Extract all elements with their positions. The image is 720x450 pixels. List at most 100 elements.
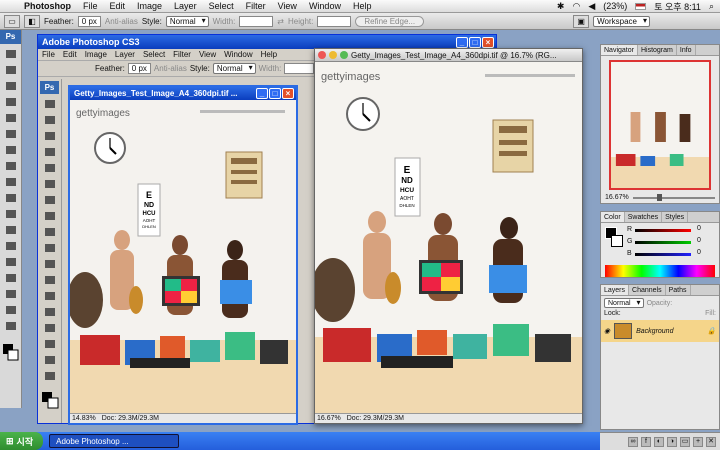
xp-doc-minimize-icon[interactable]: _ xyxy=(256,88,268,99)
channel-b-slider[interactable] xyxy=(635,253,691,256)
menu-filter[interactable]: Filter xyxy=(240,1,272,11)
xp-feather-input[interactable]: 0 px xyxy=(127,63,151,74)
xp-doc-info[interactable]: Doc: 29.3M/29.3M xyxy=(102,415,159,422)
bluetooth-icon[interactable]: ✱ xyxy=(557,1,565,12)
xp-menu-window[interactable]: Window xyxy=(220,50,256,59)
tab-styles[interactable]: Styles xyxy=(662,212,689,222)
adjustment-layer-icon[interactable]: ◑ xyxy=(667,436,677,447)
layer-lock-icon: 🔒 xyxy=(707,328,716,335)
menubar-clock[interactable]: 토 오후 8:11 xyxy=(654,0,701,13)
xp-doc-title-bar[interactable]: Getty_Images_Test_Image_A4_360dpi.tif ..… xyxy=(70,87,296,100)
xp-title-bar[interactable]: Adobe Photoshop CS3 _ □ × xyxy=(38,35,496,49)
tab-swatches[interactable]: Swatches xyxy=(625,212,663,222)
xp-tools-icons[interactable] xyxy=(38,96,62,416)
eye-icon[interactable]: ◉ xyxy=(604,327,610,335)
menu-help[interactable]: Help xyxy=(347,1,378,11)
channel-r-slider[interactable] xyxy=(635,229,691,232)
color-ramp[interactable] xyxy=(605,265,715,277)
mac-tools-panel: Ps xyxy=(0,30,22,408)
battery-status[interactable]: (23%) xyxy=(603,1,627,11)
swap-icon[interactable]: ⇄ xyxy=(277,17,284,26)
navigator-zoom-slider[interactable] xyxy=(632,193,715,201)
navigator-tabs: Navigator Histogram Info xyxy=(601,45,719,56)
menu-app-name[interactable]: Photoshop xyxy=(18,1,77,11)
xp-menu-file[interactable]: File xyxy=(38,50,59,59)
tab-histogram[interactable]: Histogram xyxy=(638,45,677,55)
marquee-tool-preset-icon[interactable]: ▭ xyxy=(4,14,20,28)
tab-navigator[interactable]: Navigator xyxy=(601,45,638,55)
xp-menu-select[interactable]: Select xyxy=(139,50,169,59)
xp-menu-filter[interactable]: Filter xyxy=(169,50,195,59)
tools-icons[interactable] xyxy=(0,44,22,408)
close-icon[interactable]: × xyxy=(482,36,494,48)
mac-doc-title-bar[interactable]: Getty_Images_Test_Image_A4_360dpi.tif @ … xyxy=(315,49,582,62)
xp-width-input[interactable] xyxy=(284,63,315,74)
new-layer-icon[interactable]: + xyxy=(693,436,703,447)
layer-name[interactable]: Background xyxy=(636,328,673,335)
trash-icon[interactable]: ✕ xyxy=(706,436,716,447)
volume-icon[interactable]: ◀ xyxy=(588,1,595,12)
menu-edit[interactable]: Edit xyxy=(104,1,132,11)
menu-select[interactable]: Select xyxy=(203,1,240,11)
bridge-icon[interactable]: ▣ xyxy=(573,14,590,28)
refine-edge-button[interactable]: Refine Edge... xyxy=(355,15,425,27)
height-input[interactable] xyxy=(317,15,352,27)
selection-mode-icon[interactable]: ◧ xyxy=(24,14,40,28)
workspace-select[interactable]: Workspace xyxy=(593,15,650,27)
mac-close-icon[interactable] xyxy=(318,51,326,59)
menu-layer[interactable]: Layer xyxy=(168,1,203,11)
width-input[interactable] xyxy=(239,15,274,27)
tab-color[interactable]: Color xyxy=(601,212,625,222)
minimize-icon[interactable]: _ xyxy=(456,36,468,48)
xp-doc-maximize-icon[interactable]: □ xyxy=(269,88,281,99)
new-group-icon[interactable]: ▭ xyxy=(680,436,690,447)
menu-window[interactable]: Window xyxy=(303,1,347,11)
xp-antialias-checkbox[interactable]: Anti-alias xyxy=(154,64,187,73)
menu-image[interactable]: Image xyxy=(131,1,168,11)
mac-doc-info[interactable]: Doc: 29.3M/29.3M xyxy=(347,415,404,422)
background-color-swatch[interactable] xyxy=(611,235,623,247)
layer-row-background[interactable]: ◉ Background 🔒 xyxy=(601,320,719,342)
tab-channels[interactable]: Channels xyxy=(629,285,666,295)
xp-menu-view[interactable]: View xyxy=(195,50,220,59)
mac-zoom-icon[interactable] xyxy=(340,51,348,59)
mask-icon[interactable]: ◐ xyxy=(654,436,664,447)
fx-icon[interactable]: f xyxy=(641,436,651,447)
channel-g-slider[interactable] xyxy=(635,241,691,244)
navigator-zoom-value[interactable]: 16.67% xyxy=(605,194,629,201)
xp-menu-help[interactable]: Help xyxy=(257,50,281,59)
start-button[interactable]: ⊞ 시작 xyxy=(0,432,44,450)
taskbar-app-button[interactable]: Adobe Photoshop ... xyxy=(49,434,180,448)
mac-doc-canvas[interactable]: gettyimages E ND HCU AOHT DHLEN xyxy=(315,62,582,413)
svg-text:AOHT: AOHT xyxy=(143,218,156,223)
xp-menu-image[interactable]: Image xyxy=(81,50,111,59)
tab-paths[interactable]: Paths xyxy=(666,285,691,295)
mac-doc-zoom[interactable]: 16.67% xyxy=(317,415,341,422)
style-select[interactable]: Normal xyxy=(165,15,209,27)
maximize-icon[interactable]: □ xyxy=(469,36,481,48)
xp-menu-layer[interactable]: Layer xyxy=(111,50,139,59)
wifi-icon[interactable]: ◠ xyxy=(572,1,580,12)
navigator-preview[interactable] xyxy=(609,60,711,190)
tab-info[interactable]: Info xyxy=(677,45,696,55)
link-layers-icon[interactable]: ∞ xyxy=(628,436,638,447)
svg-text:ND: ND xyxy=(144,202,154,209)
mac-minimize-icon[interactable] xyxy=(329,51,337,59)
xp-menu-edit[interactable]: Edit xyxy=(59,50,81,59)
blend-mode-select[interactable]: Normal xyxy=(604,298,644,308)
menu-view[interactable]: View xyxy=(272,1,303,11)
channel-b-value[interactable]: 0 xyxy=(697,249,701,256)
feather-input[interactable]: 0 px xyxy=(77,15,101,27)
xp-doc-canvas[interactable]: gettyimages E ND HCU AOHT DHLEN xyxy=(70,100,296,413)
channel-g-value[interactable]: 0 xyxy=(697,237,701,244)
tab-layers[interactable]: Layers xyxy=(601,285,630,295)
xp-style-select[interactable]: Normal xyxy=(212,63,256,74)
menu-file[interactable]: File xyxy=(77,1,104,11)
flag-icon[interactable] xyxy=(635,2,647,10)
feather-label: Feather: xyxy=(44,16,74,26)
xp-doc-zoom[interactable]: 14.83% xyxy=(72,415,96,422)
spotlight-icon[interactable]: ⌕ xyxy=(709,1,714,12)
antialias-checkbox[interactable]: Anti-alias xyxy=(105,17,138,26)
xp-doc-close-icon[interactable]: × xyxy=(282,88,294,99)
channel-r-value[interactable]: 0 xyxy=(697,225,701,232)
